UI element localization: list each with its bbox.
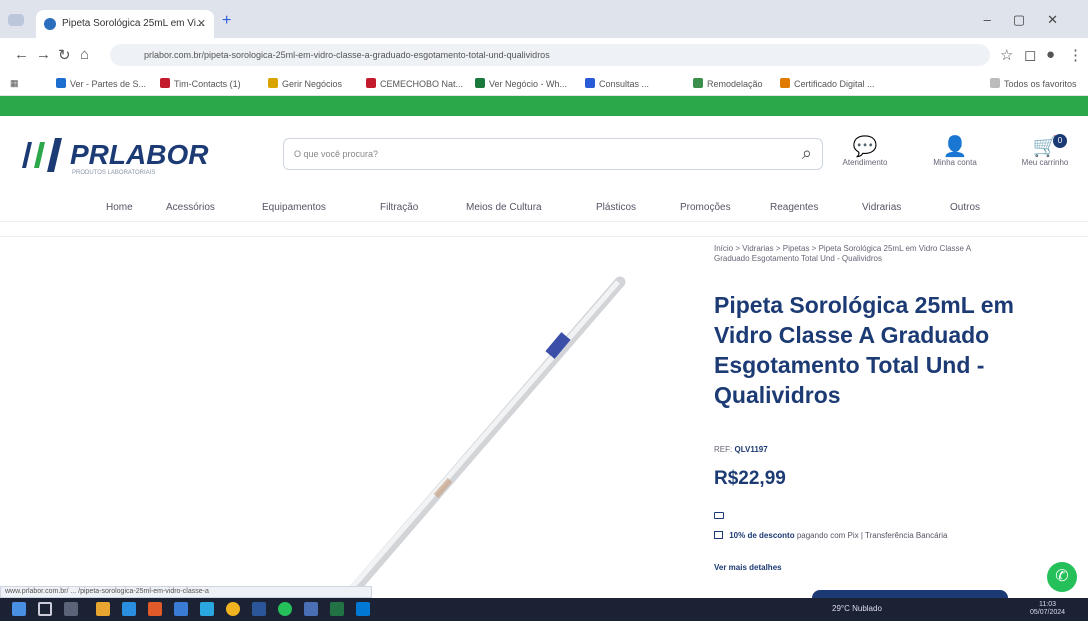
bookmark-item[interactable]: Ver Negócio - Wh... [475,78,567,89]
cart-button[interactable]: 🛒 Meu carrinho [1010,134,1080,167]
search-input[interactable]: O que você procura? [294,149,378,159]
logo-mark-icon: PRLABOR PRODUTOS LABORATORIAIS [22,138,209,176]
whatsapp-icon[interactable]: ✆ [1047,562,1077,592]
reload-icon[interactable]: ↻ [58,46,71,64]
chat-widget-tab[interactable] [812,590,1008,598]
menu-item-promocoes[interactable]: Promoções [680,202,731,213]
divider [0,236,1088,237]
star-icon[interactable]: ☆ [1000,46,1013,64]
product-ref: REF: QLV1197 [714,445,768,454]
bookmark-item[interactable]: CEMECHOBO Nat... [366,78,463,89]
menu-item-filtracao[interactable]: Filtração [380,202,418,213]
chrome-icon[interactable] [226,602,240,616]
product-image[interactable] [300,270,640,600]
cart-count-badge: 0 [1053,134,1067,148]
outlook-icon[interactable] [356,602,370,616]
pix-discount: 10% de desconto pagando com Pix | Transf… [714,530,1004,541]
menu-item-equipamentos[interactable]: Equipamentos [262,202,326,213]
main-menu: Home Acessórios Equipamentos Filtração M… [0,196,1088,222]
browser-tab-active[interactable]: Pipeta Sorológica 25mL em Vi... ✕ [36,10,214,38]
bookmark-item[interactable]: Ver - Partes de S... [56,78,146,89]
cart-label: Meu carrinho [1021,158,1069,167]
menu-item-home[interactable]: Home [106,202,133,213]
logo-tagline: PRODUTOS LABORATORIAIS [72,170,155,176]
ref-value: QLV1197 [734,445,768,454]
mail-icon[interactable] [122,602,136,616]
file-explorer-icon[interactable] [96,602,110,616]
new-tab-button[interactable]: + [222,12,231,30]
bookmark-item[interactable]: Gerir Negócios [268,78,342,89]
profile-icon[interactable]: ● [1046,46,1055,63]
more-details-link[interactable]: Ver mais detalhes [714,563,782,572]
browser-nav-bar: ← → ↻ ⌂ prlabor.com.br/pipeta-sorologica… [0,38,1088,72]
menu-item-plasticos[interactable]: Plásticos [596,202,636,213]
word-icon[interactable] [252,602,266,616]
excel-icon[interactable] [330,602,344,616]
bookmark-item[interactable]: Remodelação [693,78,763,89]
system-clock[interactable]: 11:03 05/07/2024 [1030,601,1065,617]
forward-arrow-icon[interactable]: → [36,46,51,63]
window-controls[interactable]: –▢✕ [984,12,1080,28]
bookmark-item[interactable]: Certificado Digital ... [780,78,875,89]
address-bar[interactable]: prlabor.com.br/pipeta-sorologica-25ml-em… [110,44,990,66]
back-arrow-icon[interactable]: ← [14,46,29,63]
search-taskbar-icon[interactable] [38,602,52,616]
pix-text: pagando com Pix | Transferência Bancária [796,531,948,540]
menu-dots-icon[interactable]: ⋮ [1068,46,1083,64]
whatsapp-taskbar-icon[interactable] [278,602,292,616]
tab-title: Pipeta Sorológica 25mL em Vi... [62,18,205,29]
menu-item-acessorios[interactable]: Acessórios [166,202,215,213]
windows-taskbar: 29°C Nublado 11:03 05/07/2024 [0,598,1088,621]
top-promo-strip [0,96,1088,116]
user-icon: 👤 [942,136,968,158]
product-price: R$22,99 [714,468,786,489]
tab-close-icon[interactable]: ✕ [197,17,206,30]
credit-card-icon [714,512,724,519]
menu-item-vidrarias[interactable]: Vidrarias [862,202,901,213]
windows-start-icon[interactable] [12,602,26,616]
apps-grid-icon[interactable]: ▦ [10,78,19,89]
logo-text: PRLABOR [70,139,209,170]
bookmark-item[interactable]: Consultas ... [585,78,649,89]
clock-time: 11:03 [1039,601,1057,608]
site-logo[interactable]: PRLABOR PRODUTOS LABORATORIAIS [20,134,250,176]
ref-label: REF: [714,445,733,454]
extensions-icon[interactable]: ◻ [1024,46,1036,64]
bookmarks-bar: ▦ Ver - Partes de S... Tim-Contacts (1) … [0,72,1088,96]
chat-icon: 💬 [852,136,878,158]
atendimento-button[interactable]: 💬 Atendimento [830,134,900,167]
menu-item-meios-de-cultura[interactable]: Meios de Cultura [466,202,542,213]
tab-list-button[interactable] [8,14,24,26]
search-box[interactable]: O que você procura? ⌕ [283,138,823,170]
app-icon[interactable] [304,602,318,616]
search-icon[interactable]: ⌕ [802,143,812,164]
site-favicon-icon [44,18,56,30]
clock-date: 05/07/2024 [1030,609,1066,616]
product-title: Pipeta Sorológica 25mL em Vidro Classe A… [714,292,1014,408]
weather-widget[interactable]: 29°C Nublado [832,604,882,613]
browser-tab-bar: Pipeta Sorológica 25mL em Vi... ✕ + –▢✕ [0,0,1088,38]
status-url-bar: www.prlabor.com.br/ ... /pipeta-sorologi… [0,586,372,598]
cart-icon: 🛒 [1032,136,1058,158]
pix-icon [714,531,723,539]
account-label: Minha conta [933,158,977,167]
menu-item-reagentes[interactable]: Reagentes [770,202,818,213]
all-bookmarks[interactable]: Todos os favoritos [990,78,1077,89]
menu-item-outros[interactable]: Outros [950,202,980,213]
breadcrumb[interactable]: Início > Vidrarias > Pipetas > Pipeta So… [714,244,1004,264]
home-icon[interactable]: ⌂ [80,46,89,63]
pix-discount-value: 10% de desconto [729,531,795,540]
bookmark-item[interactable]: Tim-Contacts (1) [160,78,241,89]
task-view-icon[interactable] [64,602,78,616]
atendimento-label: Atendimento [842,158,888,167]
store-icon[interactable] [174,602,188,616]
account-button[interactable]: 👤 Minha conta [920,134,990,167]
edge-icon[interactable] [200,602,214,616]
office-icon[interactable] [148,602,162,616]
